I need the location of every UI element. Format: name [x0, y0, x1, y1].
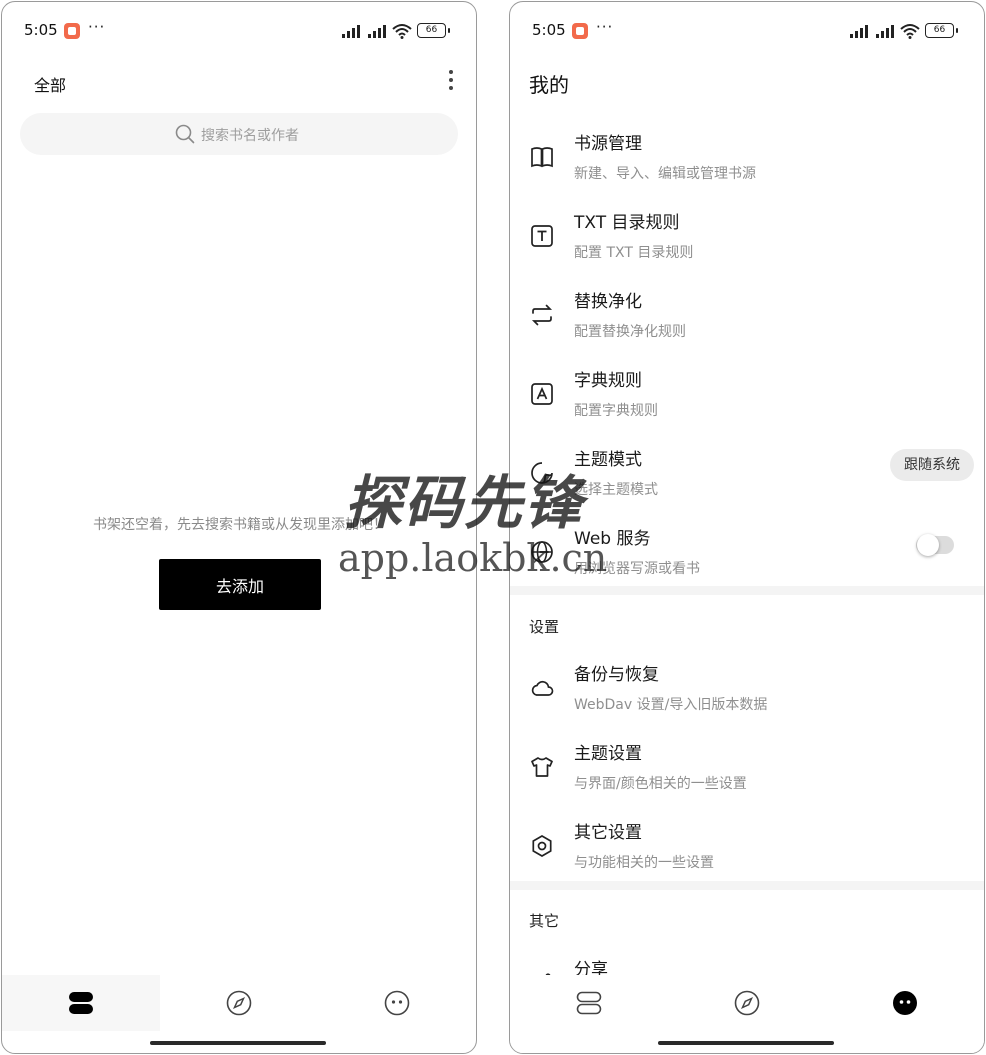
menu-item-title: 主题设置 [574, 744, 642, 764]
menu-item-title: TXT 目录规则 [574, 213, 680, 233]
tab-my[interactable] [826, 975, 984, 1031]
page-title: 我的 [529, 73, 569, 97]
menu-item-book-source[interactable]: 书源管理 新建、导入、编辑或管理书源 [510, 113, 984, 192]
status-time: 5:05 [532, 21, 566, 39]
compass-icon [226, 990, 252, 1016]
menu-item-desc: WebDav 设置/导入旧版本数据 [574, 697, 768, 713]
face-icon [893, 991, 917, 1015]
menu-item-title: Web 服务 [574, 529, 651, 549]
cloud-icon [529, 675, 555, 701]
bookshelf-icon [576, 991, 602, 1015]
menu-item-title: 其它设置 [574, 823, 642, 843]
section-divider [510, 586, 984, 595]
swap-icon [529, 302, 555, 328]
signal-icon [342, 25, 360, 38]
more-notifications-icon: ··· [596, 18, 614, 36]
search-placeholder: 搜索书名或作者 [201, 128, 299, 144]
theme-icon [529, 460, 555, 486]
dictionary-icon [529, 381, 555, 407]
tab-discover[interactable] [160, 975, 318, 1031]
section-title-other: 其它 [529, 912, 560, 930]
tab-bookshelf[interactable] [2, 975, 160, 1031]
menu-item-txt-toc-rules[interactable]: TXT 目录规则 配置 TXT 目录规则 [510, 192, 984, 271]
wifi-icon [900, 24, 920, 39]
home-indicator[interactable] [658, 1041, 834, 1045]
menu-item-web-service[interactable]: Web 服务 用浏览器写源或看书 [510, 508, 984, 587]
signal-icon [850, 25, 868, 38]
menu-item-desc: 配置字典规则 [574, 403, 658, 419]
more-notifications-icon: ··· [88, 18, 106, 36]
face-icon [384, 990, 410, 1016]
status-time: 5:05 [24, 21, 58, 39]
menu-item-replace-purify[interactable]: 替换净化 配置替换净化规则 [510, 271, 984, 350]
book-open-icon [529, 144, 555, 170]
menu-item-desc: 用浏览器写源或看书 [574, 561, 700, 577]
bottom-nav [2, 975, 476, 1053]
signal-icon [368, 25, 386, 38]
search-icon [175, 124, 195, 144]
battery-icon: 66 [925, 23, 958, 38]
shelf-group-title[interactable]: 全部 [34, 72, 66, 96]
empty-shelf-message: 书架还空着，先去搜索书籍或从发现里添加吧！ [93, 517, 387, 533]
section-divider [510, 881, 984, 890]
more-options-icon[interactable] [446, 70, 456, 94]
menu-item-title: 替换净化 [574, 292, 642, 312]
menu-item-title: 字典规则 [574, 371, 642, 391]
bottom-nav [510, 975, 984, 1053]
notification-app-icon [64, 23, 80, 39]
tab-bookshelf[interactable] [510, 975, 668, 1031]
search-bar[interactable]: 搜索书名或作者 [20, 113, 458, 155]
status-bar: 5:05 ··· 66 [510, 2, 984, 58]
tab-my[interactable] [318, 975, 476, 1031]
menu-item-title: 主题模式 [574, 450, 642, 470]
menu-item-dictionary-rules[interactable]: 字典规则 配置字典规则 [510, 350, 984, 429]
compass-icon [734, 990, 760, 1016]
theme-mode-chip[interactable]: 跟随系统 [890, 449, 974, 481]
menu-item-theme-mode[interactable]: 主题模式 选择主题模式 跟随系统 [510, 429, 984, 508]
tshirt-icon [529, 754, 555, 780]
menu-item-desc: 配置替换净化规则 [574, 324, 686, 340]
tab-discover[interactable] [668, 975, 826, 1031]
bookshelf-screen: 5:05 ··· 66 全部 搜索书名或作者 书架还空着，先去搜索书籍或从发现里… [1, 1, 477, 1054]
wifi-icon [392, 24, 412, 39]
battery-icon: 66 [417, 23, 450, 38]
menu-item-desc: 与界面/颜色相关的一些设置 [574, 776, 747, 792]
add-books-button[interactable]: 去添加 [159, 559, 321, 610]
notification-app-icon [572, 23, 588, 39]
menu-item-desc: 新建、导入、编辑或管理书源 [574, 166, 756, 182]
section-title-settings: 设置 [529, 618, 560, 636]
text-box-icon [529, 223, 555, 249]
signal-icon [876, 25, 894, 38]
menu-item-theme-settings[interactable]: 主题设置 与界面/颜色相关的一些设置 [510, 723, 984, 802]
hexagon-icon [529, 833, 555, 859]
web-service-toggle[interactable] [916, 534, 954, 556]
globe-icon [529, 539, 555, 565]
home-indicator[interactable] [150, 1041, 326, 1045]
menu-item-backup-restore[interactable]: 备份与恢复 WebDav 设置/导入旧版本数据 [510, 644, 984, 723]
status-bar: 5:05 ··· 66 [2, 2, 476, 58]
bookshelf-icon [69, 992, 93, 1014]
menu-item-desc: 与功能相关的一些设置 [574, 855, 714, 871]
menu-item-desc: 选择主题模式 [574, 482, 658, 498]
menu-item-desc: 配置 TXT 目录规则 [574, 245, 694, 261]
menu-item-title: 备份与恢复 [574, 665, 659, 685]
menu-item-title: 书源管理 [574, 134, 642, 154]
my-screen: 5:05 ··· 66 我的 书源管理 新建、导入、编辑或管理书源 TXT 目录… [509, 1, 985, 1054]
menu-item-other-settings[interactable]: 其它设置 与功能相关的一些设置 [510, 802, 984, 881]
